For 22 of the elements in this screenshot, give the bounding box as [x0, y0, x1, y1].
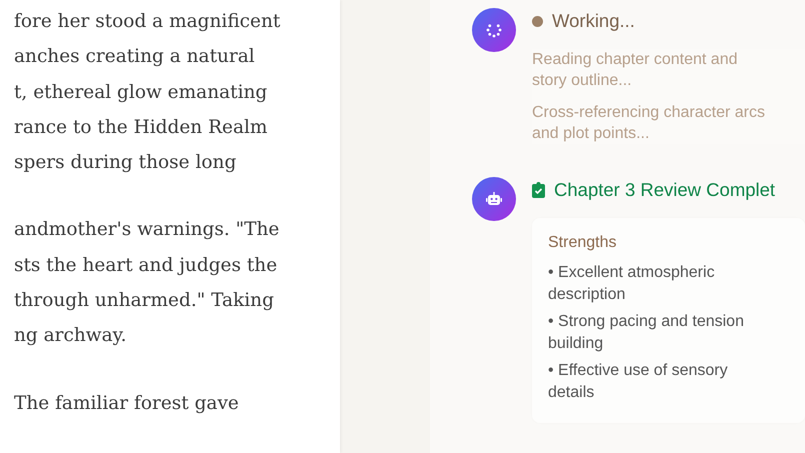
manuscript-text: anches creating a natural [14, 45, 256, 70]
manuscript-text: t, ethereal glow emanating [14, 80, 268, 105]
manuscript-text: ng archway. [14, 324, 128, 348]
section-heading: Strengths [548, 234, 618, 252]
manuscript-text: fore her stood a magnificent [14, 10, 282, 34]
robot-avatar [472, 177, 516, 221]
progress-step: Cross-referencing character arcs and plot points... [532, 102, 772, 144]
review-point: • Excellent atmospheric description [548, 263, 716, 304]
status-dot-icon [532, 16, 543, 26]
status-title: Working... [552, 10, 635, 32]
progress-step: Reading chapter content and story outline... [532, 49, 772, 91]
status-title: Chapter 3 Review Complet [554, 179, 776, 201]
review-point: • Effective use of sensory details [548, 361, 729, 402]
manuscript-text: The familiar forest gave [14, 392, 240, 416]
manuscript-text: rance to the Hidden Realm [14, 116, 268, 140]
manuscript-text: andmother's warnings. "The [14, 218, 280, 242]
spinner-avatar [472, 8, 516, 52]
clipboard-check-icon [532, 182, 545, 198]
manuscript-text: through unharmed." Taking [14, 289, 275, 314]
manuscript-text: sts the heart and judges the [14, 254, 278, 278]
manuscript-text: spers during those long [14, 151, 238, 176]
review-point: • Strong pacing and tension building [548, 312, 745, 354]
